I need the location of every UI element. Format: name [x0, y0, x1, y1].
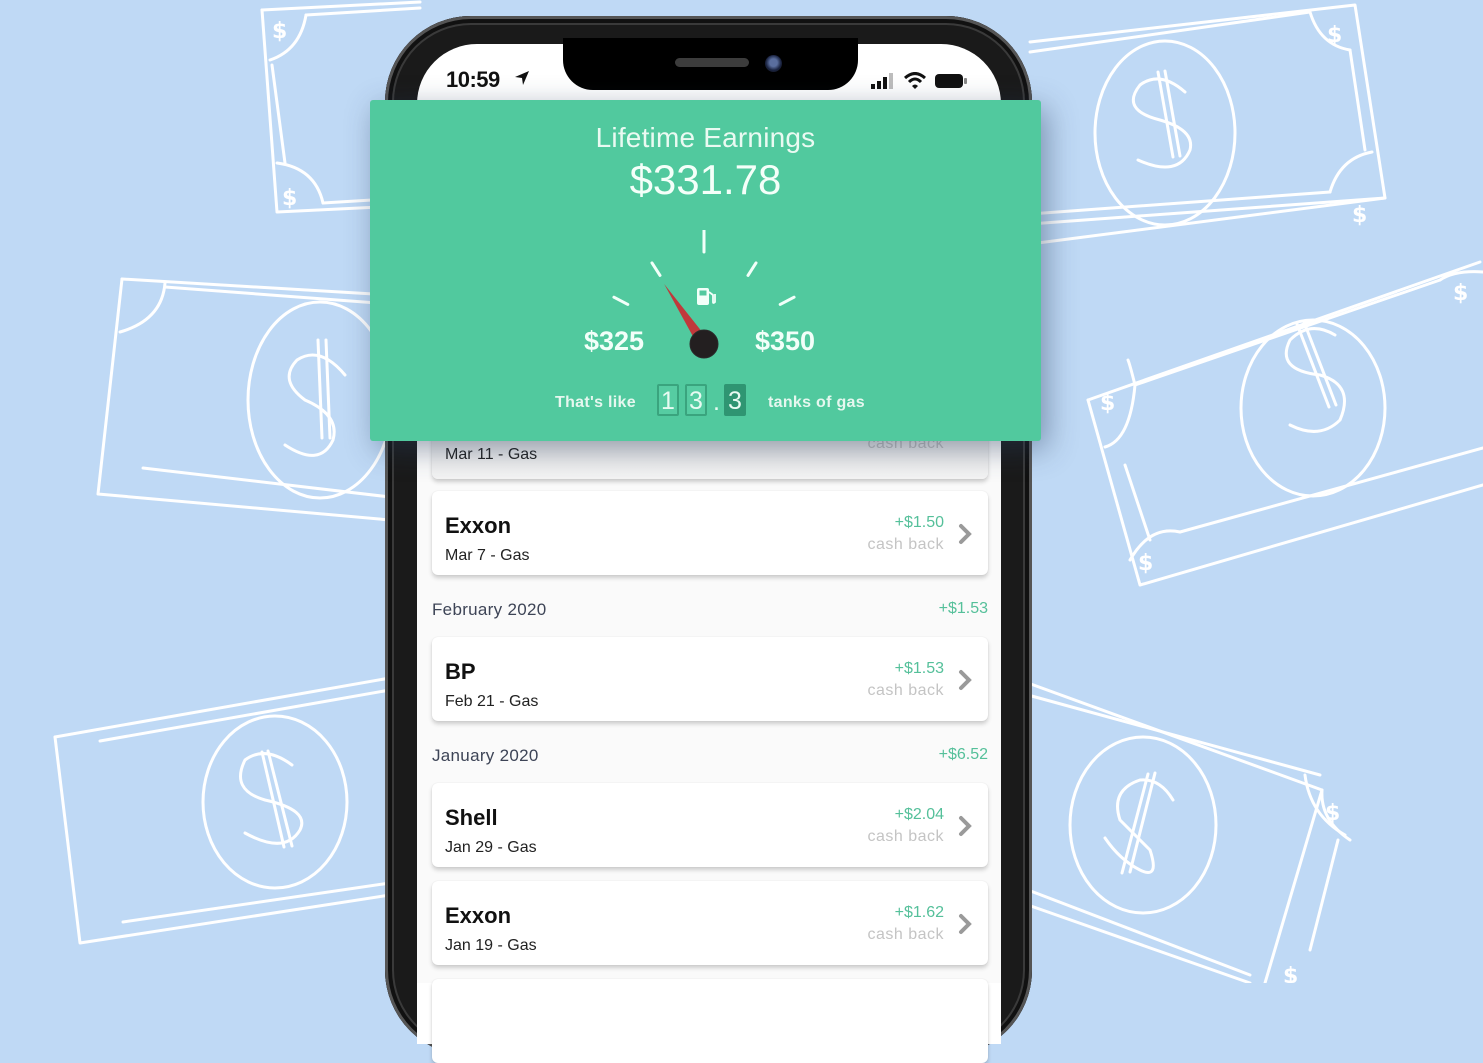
transaction-subtitle: Jan 19 - Gas	[445, 937, 537, 954]
gas-pump-icon	[697, 288, 716, 305]
cashback-amount: +$2.04	[894, 806, 944, 823]
transaction-card[interactable]: Shell Jan 29 - Gas +$2.04 cash back	[432, 783, 988, 867]
transaction-subtitle: Jan 29 - Gas	[445, 839, 537, 856]
gauge-tick	[746, 261, 758, 277]
front-camera	[765, 55, 782, 72]
chevron-right-icon	[959, 670, 972, 690]
merchant-name: BP	[445, 659, 476, 684]
dollar-bill-icon: $ $	[1028, 3, 1387, 246]
merchant-name: Exxon	[445, 513, 512, 538]
chevron-right-icon	[959, 524, 972, 544]
status-icons	[870, 72, 968, 90]
earnings-title: Lifetime Earnings	[595, 122, 816, 153]
merchant-name: Exxon	[445, 903, 512, 928]
cashback-amount: +$1.62	[894, 904, 944, 921]
svg-text:$: $	[272, 19, 287, 44]
svg-text:$: $	[1100, 391, 1115, 416]
tanks-of-gas-row: That's like 1 3 . 3 tanks of gas	[370, 384, 1041, 420]
cashback-label: cash back	[867, 682, 944, 699]
chevron-right-icon	[959, 914, 972, 934]
tanks-prefix: That's like	[555, 394, 636, 411]
earnings-amount: $331.78	[629, 156, 782, 203]
month-total: +$6.52	[938, 746, 988, 763]
month-total: +$1.53	[938, 600, 988, 617]
transaction-subtitle: Mar 11 - Gas	[445, 446, 538, 463]
transaction-subtitle: Feb 21 - Gas	[445, 693, 539, 710]
dollar-bill-icon: $ $ $	[1086, 260, 1483, 587]
merchant-name: Shell	[445, 805, 498, 830]
battery-icon	[935, 74, 967, 88]
tank-digit: 1	[657, 384, 679, 416]
cashback-label: cash back	[867, 828, 944, 845]
tank-decimal: .	[713, 388, 720, 416]
gauge-tick	[612, 295, 630, 306]
cashback-amount: +$1.50	[894, 514, 944, 531]
lifetime-earnings-card: Lifetime Earnings $331.78 $325 $350 That…	[370, 100, 1041, 441]
transaction-subtitle: Mar 7 - Gas	[445, 547, 530, 564]
svg-text:$: $	[1352, 203, 1367, 228]
gauge-tick	[650, 261, 662, 277]
cashback-label: cash back	[867, 536, 944, 553]
month-header: January 2020	[432, 746, 539, 765]
svg-text:$: $	[1138, 551, 1153, 576]
tank-digit-decimal: 3	[724, 384, 746, 416]
gauge-tick	[778, 295, 796, 306]
transaction-card[interactable]: Exxon Jan 19 - Gas +$1.62 cash back	[432, 881, 988, 965]
cashback-label: cash back	[867, 926, 944, 943]
month-header: February 2020	[432, 600, 547, 619]
transaction-card-partial[interactable]	[432, 979, 988, 1063]
svg-text:$: $	[1283, 964, 1298, 983]
dollar-bill-icon	[53, 676, 392, 945]
speaker-grille	[675, 58, 749, 67]
transaction-card[interactable]: Exxon Mar 7 - Gas +$1.50 cash back	[432, 491, 988, 575]
dollar-bill-icon	[96, 277, 394, 522]
svg-text:$: $	[1453, 281, 1468, 306]
svg-text:$: $	[1327, 23, 1342, 48]
gauge-max-label: $350	[755, 326, 816, 356]
wifi-icon	[903, 72, 927, 89]
gauge-hub	[689, 329, 719, 359]
svg-text:$: $	[1325, 801, 1340, 826]
gauge-min-label: $325	[584, 326, 645, 356]
tanks-suffix: tanks of gas	[768, 394, 865, 411]
cashback-amount: +$1.53	[894, 660, 944, 677]
transaction-card[interactable]: BP Feb 21 - Gas +$1.53 cash back	[432, 637, 988, 721]
location-arrow-icon	[515, 71, 529, 85]
svg-text:$: $	[282, 186, 297, 211]
status-time: 10:59	[446, 67, 500, 92]
cellular-signal-icon	[871, 73, 893, 89]
chevron-right-icon	[959, 816, 972, 836]
tank-digit: 3	[685, 384, 707, 416]
dollar-bill-icon: $ $	[1026, 681, 1352, 983]
